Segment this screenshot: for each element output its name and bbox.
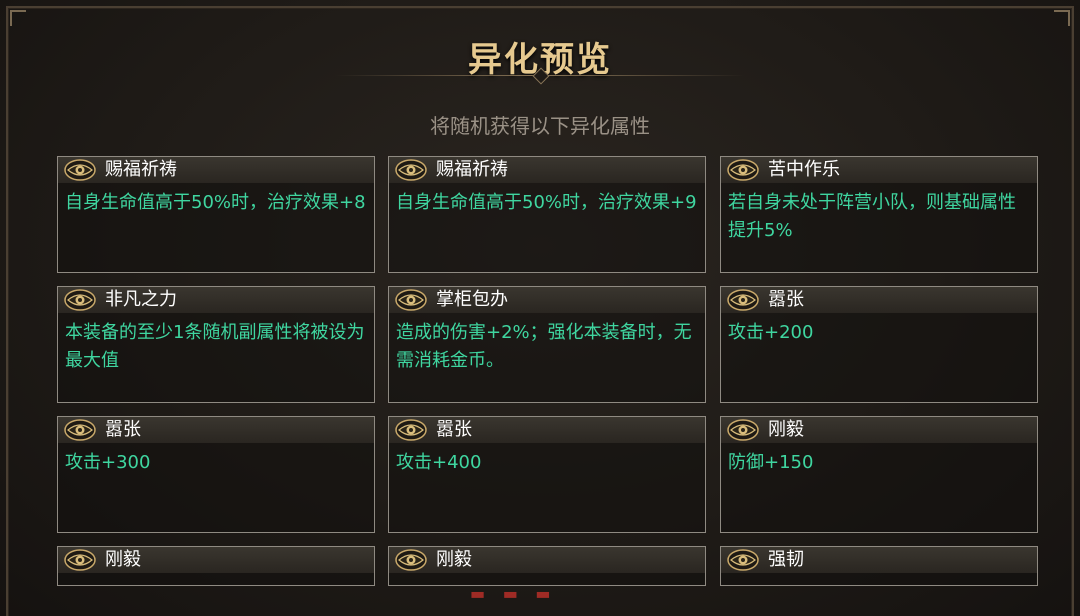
attribute-card-header: 强韧 bbox=[721, 547, 1037, 573]
attribute-card[interactable]: 刚毅 bbox=[57, 546, 375, 586]
attribute-name: 强韧 bbox=[768, 549, 804, 570]
attribute-description: 攻击+300 bbox=[65, 452, 151, 473]
attribute-name: 掌柜包办 bbox=[436, 289, 508, 310]
attribute-card[interactable]: 赐福祈祷自身生命值高于50%时，治疗效果+8 bbox=[57, 156, 375, 273]
attribute-name: 嚣张 bbox=[768, 289, 804, 310]
eye-icon bbox=[64, 549, 96, 571]
attribute-description: 防御+150 bbox=[728, 452, 814, 473]
eye-icon bbox=[395, 419, 427, 441]
eye-icon bbox=[727, 159, 759, 181]
attribute-card-header: 刚毅 bbox=[721, 417, 1037, 443]
frame-corner-top-right bbox=[1054, 10, 1070, 26]
attribute-description: 自身生命值高于50%时，治疗效果+9 bbox=[396, 192, 697, 213]
attribute-name: 嚣张 bbox=[105, 419, 141, 440]
attribute-name: 非凡之力 bbox=[105, 289, 177, 310]
attribute-description: 本装备的至少1条随机副属性将被设为最大值 bbox=[65, 322, 365, 371]
attribute-card[interactable]: 强韧 bbox=[720, 546, 1038, 586]
attribute-card-header: 掌柜包办 bbox=[389, 287, 705, 313]
attribute-card-header: 嚣张 bbox=[389, 417, 705, 443]
attribute-description: 自身生命值高于50%时，治疗效果+8 bbox=[65, 192, 366, 213]
eye-icon bbox=[727, 549, 759, 571]
attribute-card-header: 赐福祈祷 bbox=[58, 157, 374, 183]
attribute-card[interactable]: 非凡之力本装备的至少1条随机副属性将被设为最大值 bbox=[57, 286, 375, 403]
attribute-description: 造成的伤害+2%；强化本装备时，无需消耗金币。 bbox=[396, 322, 692, 371]
attribute-card[interactable]: 苦中作乐若自身未处于阵营小队，则基础属性提升5% bbox=[720, 156, 1038, 273]
attribute-card-header: 苦中作乐 bbox=[721, 157, 1037, 183]
attribute-card[interactable]: 赐福祈祷自身生命值高于50%时，治疗效果+9 bbox=[388, 156, 706, 273]
frame-corner-top-left bbox=[10, 10, 26, 26]
attribute-card[interactable]: 嚣张攻击+200 bbox=[720, 286, 1038, 403]
attribute-name: 嚣张 bbox=[436, 419, 472, 440]
attribute-description: 攻击+400 bbox=[396, 452, 482, 473]
attribute-card[interactable]: 掌柜包办造成的伤害+2%；强化本装备时，无需消耗金币。 bbox=[388, 286, 706, 403]
eye-icon bbox=[64, 419, 96, 441]
eye-icon bbox=[395, 549, 427, 571]
attribute-card-header: 嚣张 bbox=[721, 287, 1037, 313]
attribute-name: 刚毅 bbox=[105, 549, 141, 570]
attribute-card[interactable]: 刚毅 bbox=[388, 546, 706, 586]
eye-icon bbox=[64, 159, 96, 181]
eye-icon bbox=[395, 159, 427, 181]
attribute-description: 攻击+200 bbox=[728, 322, 814, 343]
attribute-card[interactable]: 刚毅防御+150 bbox=[720, 416, 1038, 533]
eye-icon bbox=[395, 289, 427, 311]
attribute-card[interactable]: 嚣张攻击+300 bbox=[57, 416, 375, 533]
attribute-name: 刚毅 bbox=[436, 549, 472, 570]
attribute-name: 赐福祈祷 bbox=[105, 159, 177, 180]
bottom-decoration: ▬ ▬ ▬ bbox=[470, 584, 557, 603]
attribute-name: 苦中作乐 bbox=[768, 159, 840, 180]
alienation-preview-panel: 异化预览 将随机获得以下异化属性 赐福祈祷 自身生命值高于50%时，治疗效果+8 赐… bbox=[0, 0, 1080, 616]
attribute-card-header: 刚毅 bbox=[389, 547, 705, 573]
attribute-name: 赐福祈祷 bbox=[436, 159, 508, 180]
attribute-card-header: 嚣张 bbox=[58, 417, 374, 443]
panel-subtitle: 将随机获得以下异化属性 bbox=[430, 114, 650, 138]
eye-icon bbox=[64, 289, 96, 311]
eye-icon bbox=[727, 289, 759, 311]
eye-icon bbox=[727, 419, 759, 441]
attribute-name: 刚毅 bbox=[768, 419, 804, 440]
attribute-card-header: 非凡之力 bbox=[58, 287, 374, 313]
attribute-card-header: 赐福祈祷 bbox=[389, 157, 705, 183]
attribute-card-header: 刚毅 bbox=[58, 547, 374, 573]
attribute-card[interactable]: 嚣张攻击+400 bbox=[388, 416, 706, 533]
attribute-description: 若自身未处于阵营小队，则基础属性提升5% bbox=[728, 192, 1016, 241]
